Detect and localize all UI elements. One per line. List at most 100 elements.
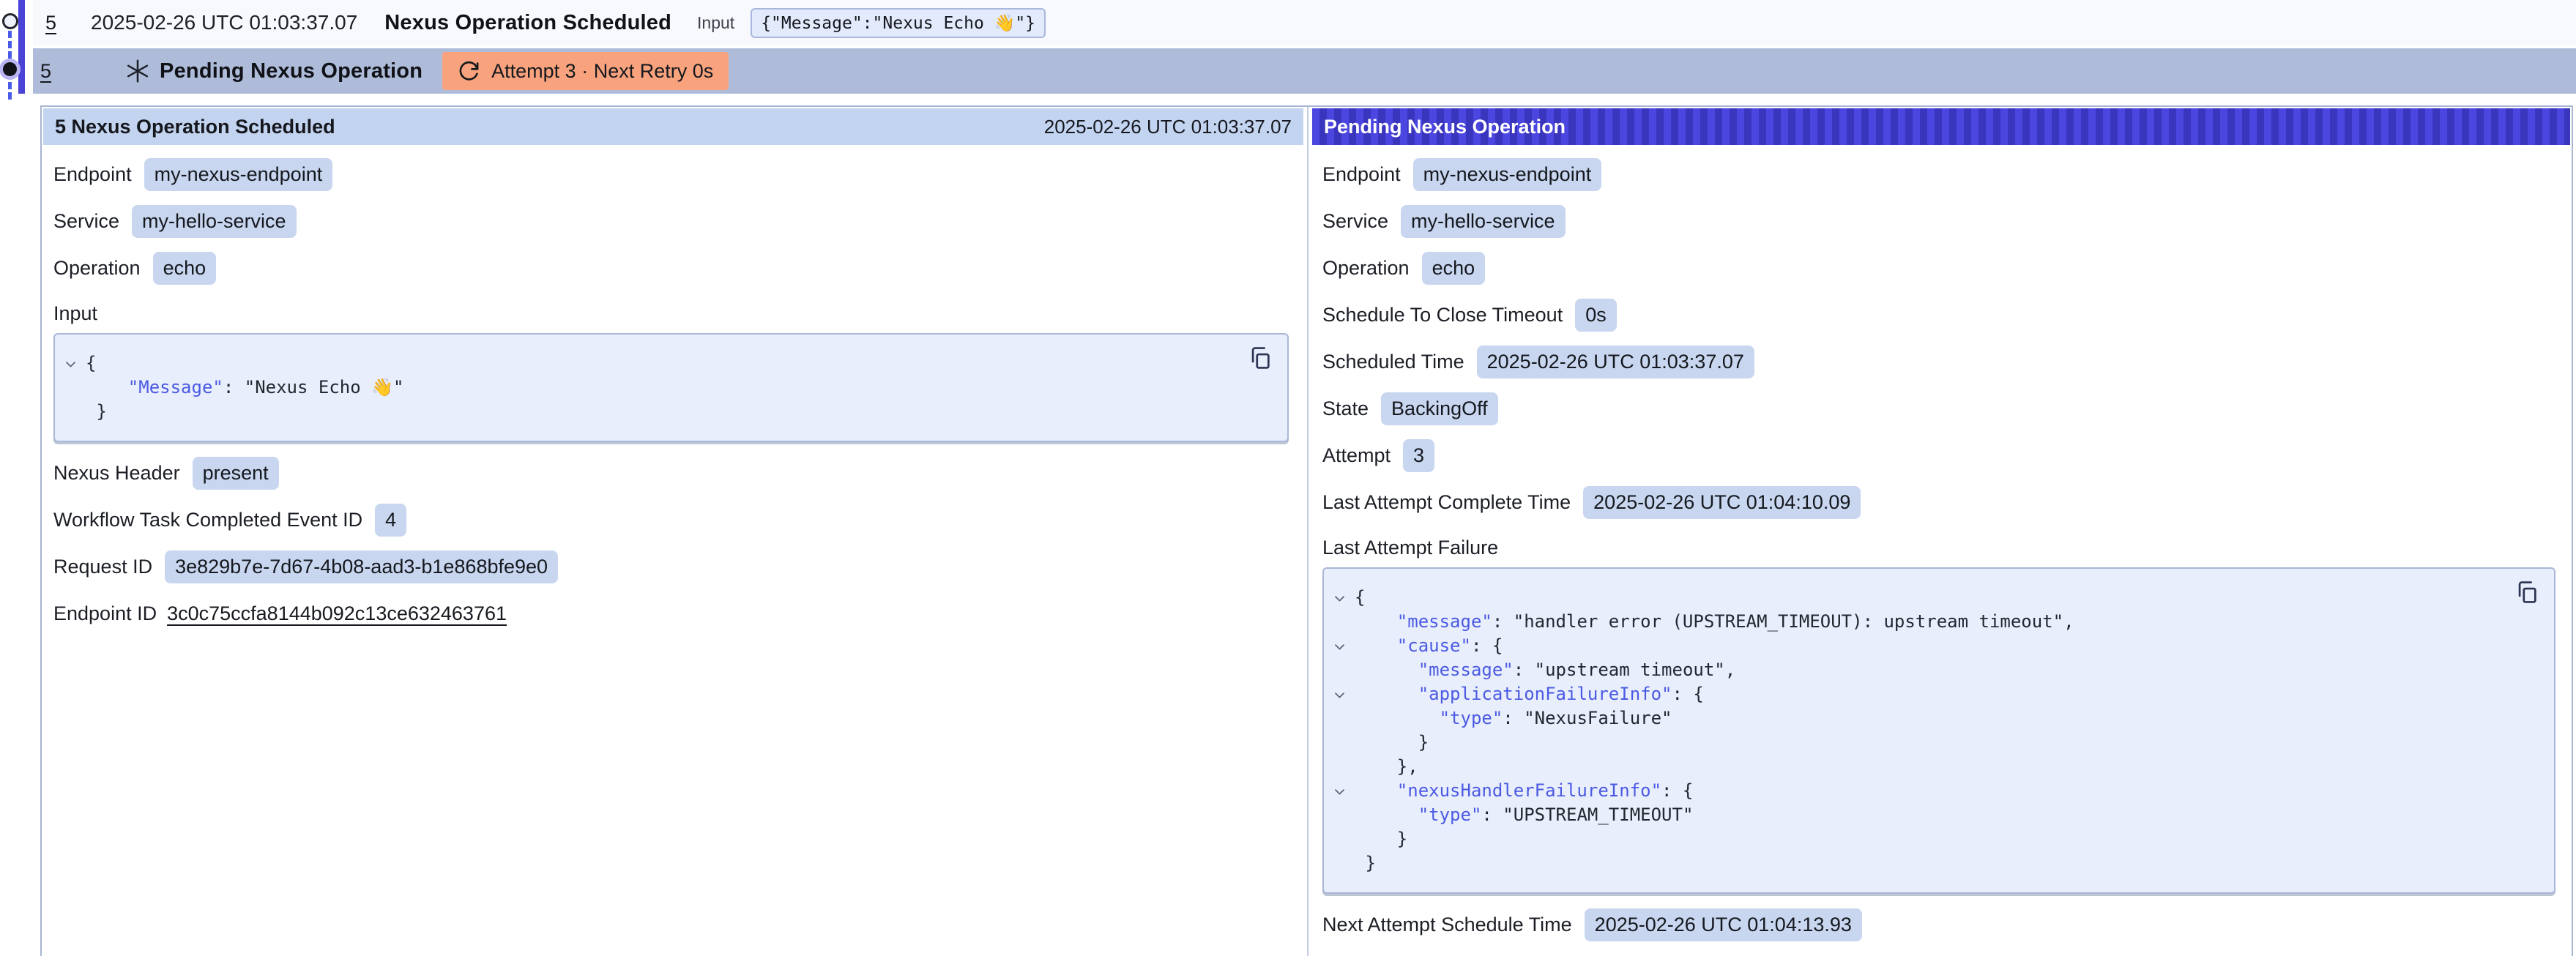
panel-divider [1305, 107, 1311, 956]
field-value-link[interactable]: 3c0c75ccfa8144b092c13ce632463761 [167, 602, 507, 625]
code-collapse-gutter[interactable] [1324, 586, 1355, 610]
field-row: Endpointmy-nexus-endpoint [1322, 158, 2560, 191]
code-line: "message": "handler error (UPSTREAM_TIME… [1324, 610, 2510, 634]
code-line: } [55, 400, 1243, 424]
scheduled-panel-timestamp: 2025-02-26 UTC 01:03:37.07 [1044, 116, 1292, 138]
code-line: "type": "NexusFailure" [1324, 706, 2510, 731]
attempt-retry-badge: Attempt 3 · Next Retry 0s [442, 52, 729, 90]
code-gutter [1324, 803, 1355, 827]
json-viewer: { "message": "handler error (UPSTREAM_TI… [1322, 567, 2555, 894]
field-label: Endpoint [1322, 163, 1401, 186]
pending-title: Pending Nexus Operation [160, 59, 422, 83]
event-row-scheduled[interactable]: 5 2025-02-26 UTC 01:03:37.07 Nexus Opera… [33, 0, 2576, 45]
code-gutter [55, 400, 86, 424]
collapse-chevron-icon[interactable] [1333, 785, 1347, 799]
event-input-label: Input [697, 13, 734, 33]
event-row-pending[interactable]: 5 Pending Nexus Operation Attempt 3 · Ne… [33, 48, 2576, 94]
field-row: Service my-hello-service [53, 205, 1293, 238]
code-line: "message": "upstream timeout", [1324, 658, 2510, 682]
code-collapse-gutter[interactable] [55, 351, 86, 376]
field-value-badge: BackingOff [1381, 392, 1498, 425]
code-gutter [1324, 755, 1355, 779]
field-row: Input [53, 299, 1293, 328]
scheduled-detail-panel: 5 Nexus Operation Scheduled 2025-02-26 U… [42, 107, 1305, 956]
pending-asterisk-icon [124, 58, 151, 84]
code-line: }, [1324, 755, 2510, 779]
event-title: Nexus Operation Scheduled [384, 11, 671, 35]
pending-detail-panel: Pending Nexus Operation Endpointmy-nexus… [1311, 107, 2572, 956]
field-value-badge: 0s [1575, 299, 1617, 332]
code-line: "type": "UPSTREAM_TIMEOUT" [1324, 803, 2510, 827]
field-row: Endpoint ID 3c0c75ccfa8144b092c13ce632463… [53, 597, 1293, 630]
event-timestamp: 2025-02-26 UTC 01:03:37.07 [91, 11, 357, 34]
scheduled-panel-title: 5 Nexus Operation Scheduled [55, 116, 1044, 138]
field-label: Workflow Task Completed Event ID [53, 509, 362, 531]
code-gutter [1324, 827, 1355, 851]
field-row: Scheduled Time2025-02-26 UTC 01:03:37.07 [1322, 346, 2560, 378]
field-value-badge: 2025-02-26 UTC 01:04:10.09 [1583, 486, 1861, 519]
field-row: Attempt 3 [1322, 439, 2560, 472]
code-collapse-gutter[interactable] [1324, 779, 1355, 803]
collapse-chevron-icon[interactable] [1333, 688, 1347, 702]
code-collapse-gutter[interactable] [1324, 634, 1355, 658]
retry-icon [458, 60, 480, 83]
event-input-chip: {"Message":"Nexus Echo 👋"} [751, 8, 1046, 38]
code-gutter [55, 376, 86, 400]
pending-panel-header: Pending Nexus Operation [1312, 108, 2570, 145]
collapse-chevron-icon[interactable] [1333, 591, 1347, 605]
field-label: Endpoint ID [53, 602, 157, 625]
code-text: "cause": { [1355, 634, 1503, 658]
event-id-link[interactable]: 5 [40, 60, 51, 83]
code-gutter [1324, 658, 1355, 682]
pending-panel-title: Pending Nexus Operation [1324, 116, 2558, 138]
code-gutter [1324, 731, 1355, 755]
code-gutter [1324, 706, 1355, 731]
code-line: "nexusHandlerFailureInfo": { [1324, 779, 2510, 803]
code-text: } [1355, 731, 1429, 755]
field-row: Request ID3e829b7e-7d67-4b08-aad3-b1e868… [53, 550, 1293, 583]
code-line: } [1324, 731, 2510, 755]
collapse-chevron-icon[interactable] [64, 357, 78, 371]
field-label: State [1322, 397, 1369, 420]
scheduled-panel-header: 5 Nexus Operation Scheduled 2025-02-26 U… [43, 108, 1303, 145]
field-value-badge: 2025-02-26 UTC 01:03:37.07 [1477, 346, 1754, 378]
field-label: Attempt [1322, 444, 1391, 467]
code-line: } [1324, 851, 2510, 875]
code-text: "type": "UPSTREAM_TIMEOUT" [1355, 803, 1693, 827]
event-id-link[interactable]: 5 [45, 12, 56, 34]
collapse-chevron-icon[interactable] [1333, 640, 1347, 654]
field-row: Endpointmy-nexus-endpoint [53, 158, 1293, 191]
field-label: Operation [53, 257, 141, 280]
field-value-badge: my-hello-service [1401, 205, 1566, 238]
field-label: Service [1322, 210, 1388, 233]
field-value-badge: 3 [1403, 439, 1434, 472]
field-label: Service [53, 210, 119, 233]
field-value-badge: present [193, 457, 279, 490]
field-label: Input [53, 302, 97, 325]
code-text: "message": "upstream timeout", [1355, 658, 1735, 682]
field-row: Nexus Header present [53, 457, 1293, 490]
copy-button[interactable] [2513, 579, 2541, 607]
code-text: "Message": "Nexus Echo 👋" [86, 376, 403, 400]
field-value-badge: my-hello-service [132, 205, 297, 238]
code-line: { [55, 351, 1243, 376]
field-label: Nexus Header [53, 462, 180, 485]
code-text: "message": "handler error (UPSTREAM_TIME… [1355, 610, 2074, 634]
code-line: "Message": "Nexus Echo 👋" [55, 376, 1243, 400]
field-value-badge: 2025-02-26 UTC 01:04:13.93 [1585, 908, 1862, 941]
event-marker-open-icon [2, 13, 18, 29]
scheduled-panel-fields: Endpointmy-nexus-endpoint Service my-hello… [42, 145, 1305, 630]
code-text: "nexusHandlerFailureInfo": { [1355, 779, 1693, 803]
attempt-retry-text: Attempt 3 · Next Retry 0s [491, 60, 713, 83]
field-value-badge: 4 [375, 504, 406, 537]
code-text: "type": "NexusFailure" [1355, 706, 1672, 731]
field-row: Last Attempt Failure [1322, 533, 2560, 562]
field-label: Endpoint [53, 163, 132, 186]
code-gutter [1324, 851, 1355, 875]
field-label: Schedule To Close Timeout [1322, 304, 1563, 326]
code-collapse-gutter[interactable] [1324, 682, 1355, 706]
copy-button[interactable] [1246, 345, 1274, 373]
code-text: "applicationFailureInfo": { [1355, 682, 1704, 706]
field-value-badge: echo [153, 252, 217, 285]
field-label: Request ID [53, 556, 152, 578]
